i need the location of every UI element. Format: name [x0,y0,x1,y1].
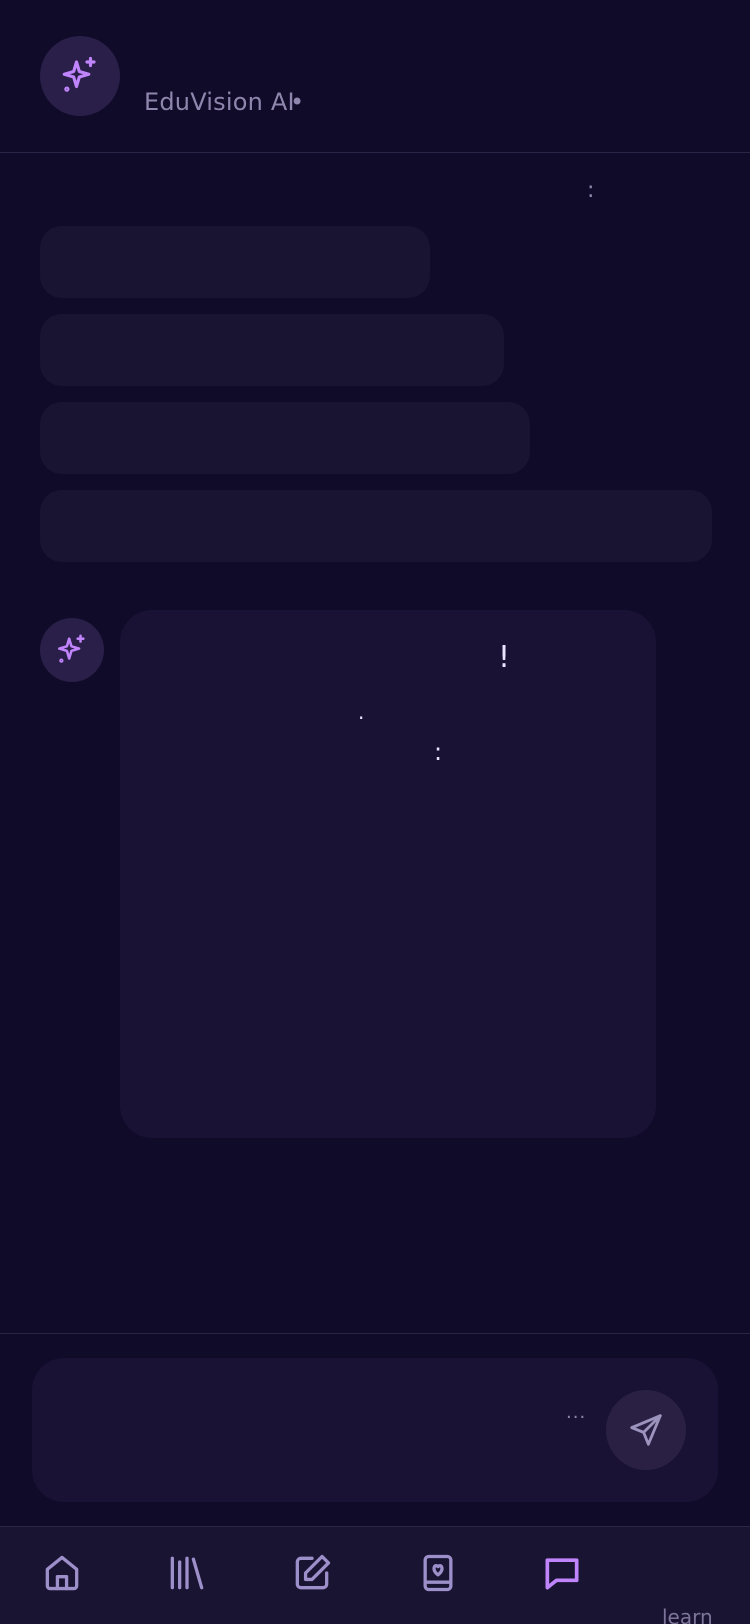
nav-journal[interactable] [410,1545,466,1601]
ai-message-avatar [40,618,104,682]
chat-screen: EduVision AI • : ! . : ... learn [0,0,750,1624]
nav-notes[interactable] [284,1545,340,1601]
library-icon [170,1556,204,1590]
edit-icon [295,1554,331,1590]
sparkles-icon [57,634,85,663]
online-status-dot: • [290,88,305,116]
nav-learn-label: learn [662,1605,713,1624]
user-message-bubble [40,314,504,386]
chat-icon [545,1558,579,1590]
assistant-name: EduVision AI [144,88,295,116]
ai-message-bubble [120,610,656,1138]
send-button[interactable] [606,1390,686,1470]
ai-message-fragment: . [358,700,365,724]
message-input[interactable] [64,1394,568,1468]
bottom-navigation: learn [0,1526,750,1624]
assistant-avatar [40,36,120,116]
user-message-bubble [40,226,430,298]
message-fragment: : [587,178,595,203]
nav-library[interactable] [159,1545,215,1601]
nav-home[interactable] [34,1545,90,1601]
chat-header: EduVision AI • [0,0,750,153]
composer-divider [0,1333,750,1334]
nav-chat[interactable] [534,1545,590,1601]
sparkles-icon [62,56,96,92]
ai-message-fragment: : [434,738,443,766]
ai-message-fragment: ! [498,640,511,675]
typing-ellipsis: ... [566,1402,587,1423]
user-message-bubble [40,490,712,562]
journal-icon [423,1554,453,1592]
home-icon [45,1555,79,1591]
message-composer: ... [32,1358,718,1502]
user-message-bubble [40,402,530,474]
send-icon [630,1414,662,1446]
